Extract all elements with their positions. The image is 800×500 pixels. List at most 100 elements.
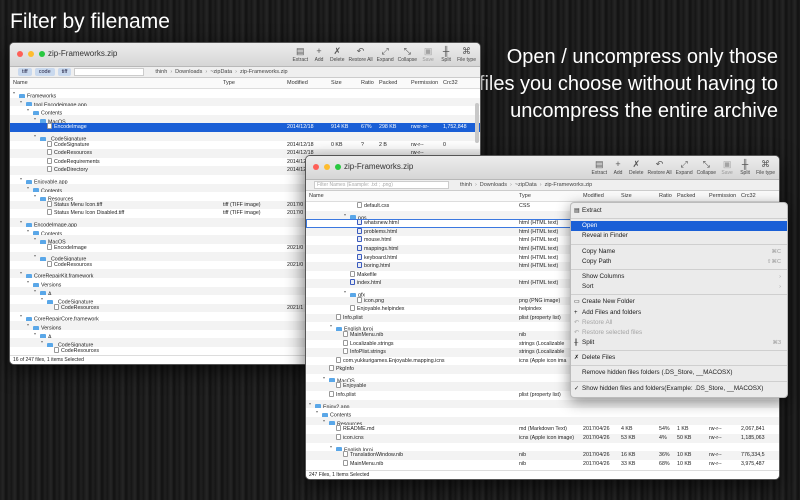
column-modified[interactable]: Modified bbox=[580, 193, 618, 199]
toolbar-file-type-button[interactable]: ⌘ File type bbox=[756, 158, 775, 176]
filter-chip[interactable]: tiff bbox=[18, 68, 32, 76]
cell-type bbox=[220, 227, 284, 236]
cell-name: README.md bbox=[306, 425, 516, 434]
scrollbar[interactable] bbox=[475, 103, 479, 143]
toolbar-label: File type bbox=[756, 170, 775, 176]
filter-input[interactable]: Filter Names (Example: .txt ; .png) bbox=[314, 181, 449, 189]
column-packed[interactable]: Packed bbox=[376, 80, 408, 86]
column-type[interactable]: Type bbox=[516, 193, 580, 199]
breadcrumb-item[interactable]: Downloads bbox=[480, 182, 507, 188]
column-permission[interactable]: Permission bbox=[706, 193, 738, 199]
minimize-button[interactable] bbox=[324, 164, 330, 170]
cell-permission bbox=[408, 115, 440, 124]
menu-item-delete-files[interactable]: ✗ Delete Files bbox=[571, 353, 787, 363]
menu-shortcut: ⌘C bbox=[771, 248, 781, 255]
menu-item-show-columns[interactable]: Show Columns › bbox=[571, 272, 787, 282]
cell-packed: 1 KB bbox=[677, 426, 689, 433]
toolbar-delete-button[interactable]: ✗ Delete bbox=[330, 45, 344, 63]
table-row[interactable]: ▾Contents bbox=[306, 408, 779, 417]
menu-item-show-hidden-files-and-folders-example-ds-store-macosx[interactable]: ✓ Show hidden files and folders(Example: … bbox=[571, 384, 787, 394]
column-crc32[interactable]: Crc32 bbox=[440, 80, 478, 86]
column-name[interactable]: Name bbox=[10, 80, 220, 86]
minimize-button[interactable] bbox=[28, 51, 34, 57]
menu-item-add-files-and-folders[interactable]: + Add Files and folders bbox=[571, 308, 787, 318]
column-packed[interactable]: Packed bbox=[674, 193, 706, 199]
breadcrumb-item[interactable]: zip-Frameworks.zip bbox=[240, 69, 288, 75]
breadcrumb-item[interactable]: ~zipData bbox=[210, 69, 232, 75]
menu-item-copy-name[interactable]: Copy Name ⌘C bbox=[571, 247, 787, 257]
toolbar-save-button[interactable]: ▣ Save bbox=[421, 45, 435, 63]
menu-item-remove-hidden-files-folders-ds-store-macosx[interactable]: Remove hidden files folders (.DS_Store, … bbox=[571, 368, 787, 378]
menu-item-create-new-folder[interactable]: ▭ Create New Folder bbox=[571, 297, 787, 307]
toolbar-restore-all-button[interactable]: ↶ Restore All bbox=[348, 45, 372, 63]
breadcrumb-item[interactable]: zip-Frameworks.zip bbox=[545, 182, 593, 188]
toolbar-split-button[interactable]: ╫ Split bbox=[738, 158, 752, 176]
menu-item-reveal-in-finder[interactable]: Reveal in Finder bbox=[571, 231, 787, 241]
menu-item-open[interactable]: Open bbox=[571, 221, 787, 232]
table-row[interactable]: ▾tool Encodeimage.app bbox=[10, 97, 480, 107]
column-ratio[interactable]: Ratio bbox=[656, 193, 674, 199]
toolbar-collapse-button[interactable]: ⤡ Collapse bbox=[697, 158, 716, 176]
filter-chip[interactable]: code bbox=[34, 68, 55, 76]
menu-item-split[interactable]: ╫ Split ⌘3 bbox=[571, 338, 787, 348]
column-type[interactable]: Type bbox=[220, 80, 284, 86]
table-row[interactable]: ▾_CodeSignature bbox=[10, 131, 480, 141]
zoom-button[interactable] bbox=[335, 164, 341, 170]
breadcrumb-item[interactable]: Downloads bbox=[175, 69, 202, 75]
toolbar-split-button[interactable]: ╫ Split bbox=[439, 45, 453, 63]
column-modified[interactable]: Modified bbox=[284, 80, 328, 86]
zoom-button[interactable] bbox=[39, 51, 45, 57]
menu-shortcut: › bbox=[779, 273, 781, 280]
table-row[interactable]: ▾MacOS bbox=[10, 114, 480, 124]
cell-modified bbox=[580, 417, 618, 426]
table-row[interactable]: CodeSignature 2014/12/18 0 KB? 2 B rw-r-- 0 bbox=[10, 140, 480, 150]
toolbar-expand-button[interactable]: ⤢ Expand bbox=[676, 158, 693, 176]
table-row[interactable]: ▾Resources bbox=[306, 416, 779, 426]
column-permission[interactable]: Permission bbox=[408, 80, 440, 86]
filter-input[interactable] bbox=[74, 68, 145, 76]
toolbar-delete-button[interactable]: ✗ Delete bbox=[629, 158, 643, 176]
window-title: zip-Frameworks.zip bbox=[48, 49, 118, 58]
filter-chip[interactable]: tiff bbox=[57, 68, 72, 76]
toolbar-label: Save bbox=[721, 170, 733, 176]
table-row[interactable]: icon.icns icns (Apple icon image) 2017/04/… bbox=[306, 434, 779, 443]
column-ratio[interactable]: Ratio bbox=[358, 80, 376, 86]
close-button[interactable] bbox=[313, 164, 319, 170]
toolbar-file-type-button[interactable]: ⌘ File type bbox=[457, 45, 476, 63]
column-size[interactable]: Size bbox=[618, 193, 656, 199]
cell-name: whatsnew.html bbox=[306, 219, 516, 228]
toolbar-add-button[interactable]: + Add bbox=[611, 158, 625, 176]
cell-ratio bbox=[358, 106, 376, 115]
menu-item-copy-path[interactable]: Copy Path ⇧⌘C bbox=[571, 257, 787, 267]
cell-packed bbox=[674, 408, 706, 417]
chevron-right-icon: › bbox=[235, 69, 237, 75]
table-row[interactable]: ▾English.lproj bbox=[306, 443, 779, 452]
breadcrumb-item[interactable]: ~zipData bbox=[515, 182, 537, 188]
file-name: keyboard.html bbox=[364, 254, 398, 261]
toolbar-collapse-button[interactable]: ⤡ Collapse bbox=[398, 45, 417, 63]
breadcrumb-item[interactable]: thinh bbox=[460, 182, 472, 188]
toolbar-expand-button[interactable]: ⤢ Expand bbox=[377, 45, 394, 63]
column-name[interactable]: Name bbox=[306, 193, 516, 199]
table-row[interactable]: ▾Enjoy2.app bbox=[306, 399, 779, 409]
table-row[interactable]: README.md md (Markdown Text) 2017/04/26 4 K… bbox=[306, 425, 779, 434]
table-row[interactable]: ▾Frameworks bbox=[10, 89, 480, 98]
cell-name: Localizable.strings bbox=[306, 339, 516, 349]
column-crc32[interactable]: Crc32 bbox=[738, 193, 776, 199]
toolbar-add-button[interactable]: + Add bbox=[312, 45, 326, 63]
table-row[interactable]: EncodeImage 2014/12/18 914 KB 67% 298 KB rwxr… bbox=[10, 123, 480, 132]
menu-item-sort[interactable]: Sort › bbox=[571, 282, 787, 292]
breadcrumb-item[interactable]: thinh bbox=[155, 69, 167, 75]
toolbar-save-button[interactable]: ▣ Save bbox=[720, 158, 734, 176]
toolbar-extract-button[interactable]: ▤ Extract bbox=[292, 45, 308, 63]
column-size[interactable]: Size bbox=[328, 80, 358, 86]
table-row[interactable]: MainMenu.nib nib 2017/04/26 33 KB 68% 10 KB rw… bbox=[306, 459, 779, 469]
menu-item-extract[interactable]: ▤ Extract bbox=[571, 206, 787, 216]
toolbar-extract-button[interactable]: ▤ Extract bbox=[591, 158, 607, 176]
cell-type bbox=[220, 123, 284, 132]
close-button[interactable] bbox=[17, 51, 23, 57]
table-row[interactable]: TranslationWindow.nib nib 2017/04/26 16 KB 3… bbox=[306, 451, 779, 460]
tagline: Open / uncompress only those files you c… bbox=[478, 46, 778, 122]
table-row[interactable]: ▾Contents bbox=[10, 106, 480, 115]
toolbar-restore-all-button[interactable]: ↶ Restore All bbox=[647, 158, 671, 176]
